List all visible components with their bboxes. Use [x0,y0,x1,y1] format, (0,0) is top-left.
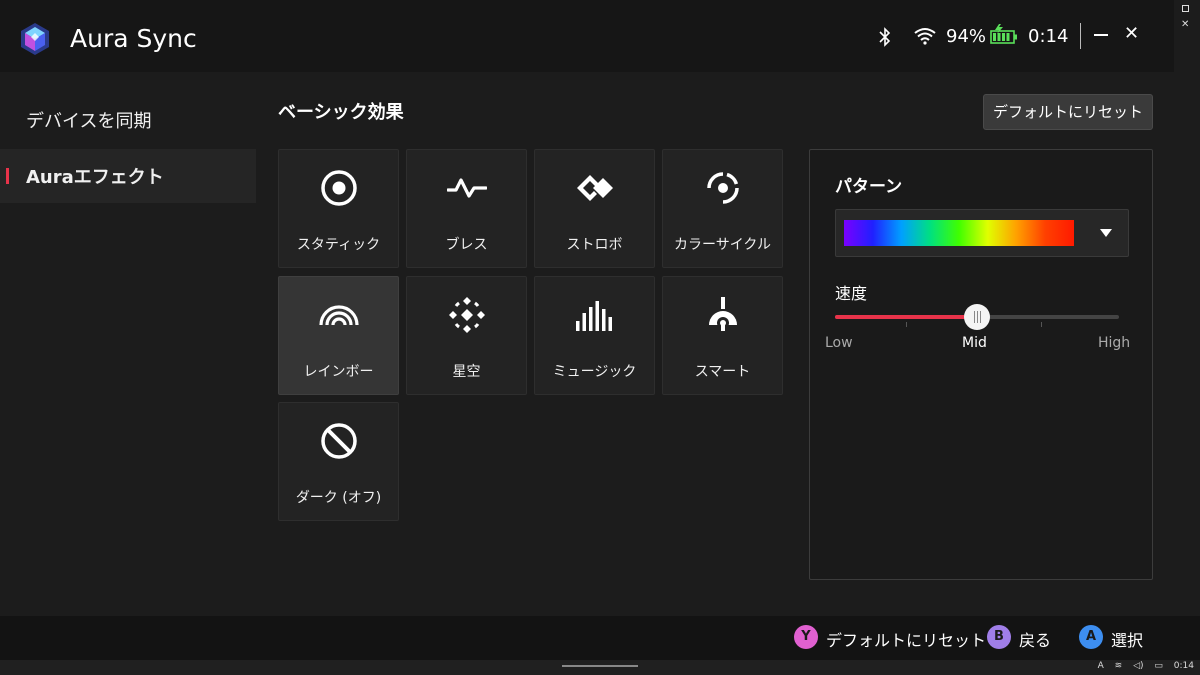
window-controls: ✕ [1174,0,1200,72]
effect-label: ダーク (オフ) [295,490,382,506]
speed-slider-thumb[interactable] [964,304,990,330]
hint-label: 選択 [1111,631,1144,650]
speed-mid-label: Mid [962,335,987,351]
dark-off-icon [321,423,357,459]
slider-tick [906,322,907,327]
pattern-dropdown[interactable] [835,209,1129,257]
slider-tick [1041,322,1042,327]
effect-tile-smart[interactable]: スマート [662,276,783,395]
effect-tile-dark-off[interactable]: ダーク (オフ) [278,402,399,521]
effect-label: スマート [694,364,751,380]
breath-icon [447,178,487,198]
taskbar: A ≋ ◁) ▭ 0:14 [0,660,1200,675]
effect-label: ストロボ [566,237,623,253]
controller-hint-bar: Y デフォルトにリセット B 戻る A 選択 [0,616,1200,660]
home-indicator[interactable] [562,665,638,667]
effect-label: ブレス [445,237,488,253]
tray-wifi-icon[interactable]: ≋ [1115,661,1123,671]
smart-icon [709,297,737,331]
aura-logo-icon [21,23,49,55]
effect-tile-music[interactable]: ミュージック [534,276,655,395]
strobe-icon [577,175,613,201]
effect-tile-color-cycle[interactable]: カラーサイクル [662,149,783,268]
speed-high-label: High [1098,335,1131,351]
minimize-icon[interactable] [1094,34,1108,36]
wifi-icon [914,28,936,45]
hint-label: 戻る [1019,631,1052,650]
b-button-icon: B [987,625,1011,649]
pattern-title: パターン [835,177,903,197]
effect-label: レインボー [303,364,374,380]
reset-default-button[interactable]: デフォルトにリセット [983,94,1153,130]
tray-volume-icon[interactable]: ◁) [1133,661,1143,671]
input-language-indicator[interactable]: A [1098,661,1104,671]
effect-label: 星空 [452,364,481,380]
y-button-icon: Y [794,625,818,649]
sidebar: デバイスを同期 Auraエフェクト [0,72,256,616]
sidebar-item-label: Auraエフェクト [26,167,164,188]
tray-clock[interactable]: 0:14 [1174,661,1194,671]
sidebar-item-label: デバイスを同期 [26,111,152,132]
title-bar: Aura Sync 94% 0:14 ✕ [0,0,1174,72]
battery-percentage: 94% [946,26,987,47]
speed-slider[interactable] [835,304,1119,330]
status-area: 94% 0:14 ✕ [848,0,1148,72]
starry-night-icon [449,297,485,333]
battery-charging-icon [990,24,1017,44]
app-title: Aura Sync [70,24,197,53]
hint-label: デフォルトにリセット [826,631,987,650]
effect-label: カラーサイクル [673,237,772,253]
section-title: ベーシック効果 [278,102,404,123]
effect-tile-breath[interactable]: ブレス [406,149,527,268]
effect-tile-static[interactable]: スタティック [278,149,399,268]
speed-low-label: Low [825,335,853,351]
sidebar-item-aura-effects[interactable]: Auraエフェクト [0,149,256,203]
system-tray: A ≋ ◁) ▭ 0:14 [1090,661,1194,674]
clock: 0:14 [1028,26,1069,47]
active-indicator [6,168,9,184]
rainbow-icon [319,305,359,326]
speed-slider-fill [835,315,977,319]
effect-tile-rainbow[interactable]: レインボー [278,276,399,395]
title-bar-divider [1080,23,1081,49]
a-button-icon: A [1079,625,1103,649]
close-icon[interactable]: ✕ [1124,25,1139,43]
effect-tile-starry-night[interactable]: 星空 [406,276,527,395]
sidebar-item-device-sync[interactable]: デバイスを同期 [0,93,256,147]
color-cycle-icon [707,172,739,204]
bluetooth-icon [879,27,891,47]
effect-tile-strobe[interactable]: ストロボ [534,149,655,268]
chevron-down-icon [1100,229,1112,237]
tray-battery-icon[interactable]: ▭ [1154,661,1163,671]
effect-label: ミュージック [552,364,637,380]
effect-label: スタティック [296,237,381,253]
window-close-icon[interactable]: ✕ [1181,20,1189,30]
speed-label: 速度 [835,284,868,303]
rainbow-pattern-preview [844,220,1074,246]
effect-settings-panel: パターン 速度 Low Mid High [809,149,1153,580]
music-icon [576,301,612,331]
window-restore-icon[interactable] [1182,5,1189,12]
static-icon [321,170,357,206]
